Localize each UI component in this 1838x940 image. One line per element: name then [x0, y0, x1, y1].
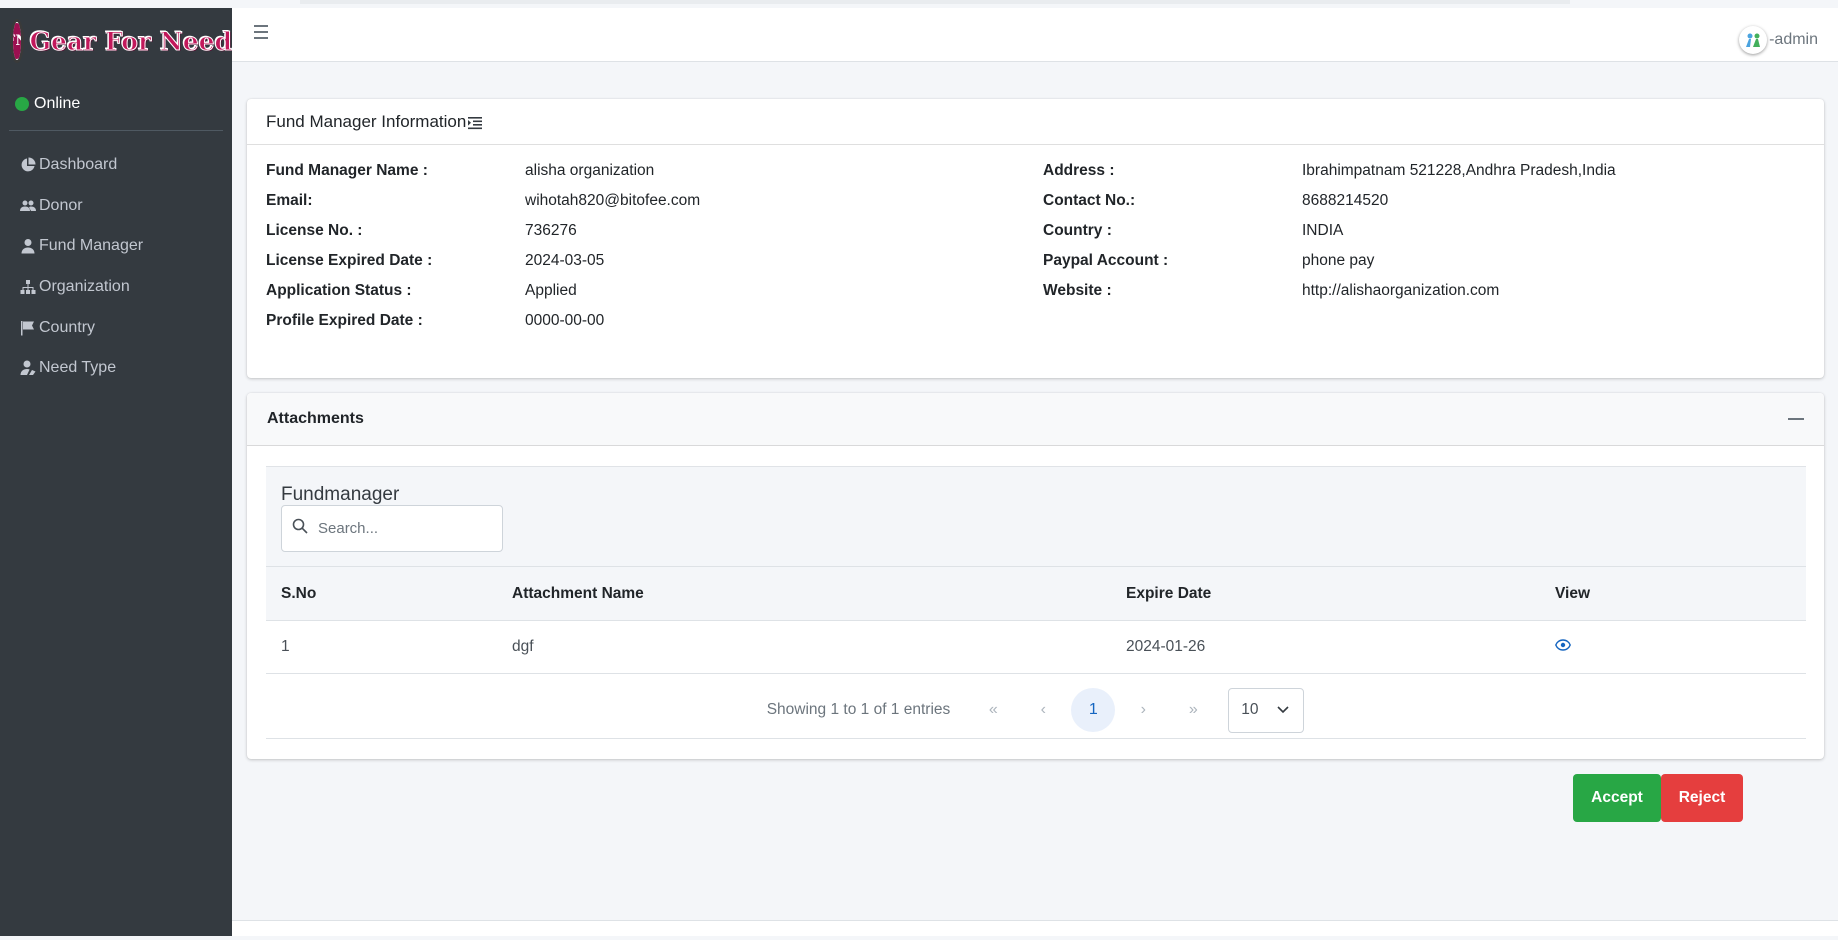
menu-toggle-icon[interactable]: [254, 25, 272, 41]
field-label: Website :: [1043, 282, 1112, 299]
list-indent-icon[interactable]: [468, 115, 483, 129]
sidebar: FN Gear For Need Online Dashboard Donor …: [0, 8, 233, 936]
cell-view: [1555, 621, 1806, 674]
brand[interactable]: FN Gear For Need: [0, 8, 233, 74]
attachments-table: S.No Attachment Name Expire Date View 1 …: [266, 566, 1806, 674]
first-page-icon[interactable]: «: [971, 688, 1015, 732]
reject-button[interactable]: Reject: [1661, 774, 1743, 822]
flag-icon: [19, 320, 37, 336]
field-label: Address :: [1043, 162, 1115, 179]
column-header-view: View: [1555, 584, 1591, 602]
user-tie-icon: [19, 238, 37, 254]
field-label: Country :: [1043, 222, 1112, 239]
sidebar-item-organization[interactable]: Organization: [0, 267, 232, 308]
divider: [266, 738, 1806, 739]
field-value-address: Ibrahimpatnam 521228,Andhra Pradesh,Indi…: [1302, 162, 1616, 179]
field-label: License No. :: [266, 222, 363, 239]
info-grid: Fund Manager Name : alisha organization …: [247, 145, 1824, 378]
last-page-icon[interactable]: »: [1171, 688, 1215, 732]
accept-button[interactable]: Accept: [1573, 774, 1661, 822]
card-header: Fund Manager Information: [247, 99, 1824, 145]
chevron-down-icon: [1277, 701, 1289, 719]
sidebar-item-dashboard[interactable]: Dashboard: [0, 145, 232, 186]
page-size-value: 10: [1241, 701, 1259, 718]
cell-sno: 1: [281, 638, 290, 655]
field-label: License Expired Date :: [266, 252, 433, 269]
card-title: Attachments: [267, 410, 364, 427]
field-value-license-expired-date: 2024-03-05: [525, 252, 605, 269]
avatar: [1739, 26, 1768, 54]
sidebar-item-label: Fund Manager: [39, 237, 144, 255]
next-page-icon[interactable]: ›: [1121, 688, 1165, 732]
brand-logo-text: FN: [12, 23, 21, 59]
field-value-contact-no: 8688214520: [1302, 192, 1389, 209]
field-label: Paypal Account :: [1043, 252, 1169, 269]
table-toolbar: Fundmanager: [266, 466, 1806, 566]
brand-logo: FN: [10, 19, 24, 63]
user-menu[interactable]: -admin: [1739, 26, 1818, 54]
fund-manager-info-card: Fund Manager Information Fund Manager Na…: [247, 99, 1824, 378]
eye-icon[interactable]: [1555, 638, 1571, 655]
sidebar-divider: [9, 130, 223, 131]
page-button[interactable]: 1: [1071, 688, 1116, 732]
prev-page-icon[interactable]: ‹: [1021, 688, 1065, 732]
sidebar-item-label: Dashboard: [39, 156, 118, 174]
users-icon: [19, 198, 37, 214]
sidebar-item-label: Donor: [39, 196, 83, 214]
table-title: Fundmanager: [281, 484, 400, 505]
username: -admin: [1769, 31, 1818, 48]
card-header: Attachments: [247, 393, 1824, 446]
sidebar-item-label: Organization: [39, 278, 130, 296]
footer: [232, 921, 1838, 936]
sidebar-item-country[interactable]: Country: [0, 307, 232, 348]
cell-attachment-name: dgf: [512, 638, 534, 655]
field-value-paypal-account: phone pay: [1302, 252, 1375, 269]
user-hand-icon: [19, 360, 37, 376]
online-dot-icon: [15, 97, 29, 111]
column-header-expire-date[interactable]: Expire Date: [1126, 567, 1555, 621]
sidebar-item-donor[interactable]: Donor: [0, 186, 232, 227]
field-value-profile-expired-date: 0000-00-00: [525, 312, 605, 329]
search-box: [281, 505, 503, 552]
field-value-application-status: Applied: [525, 282, 577, 299]
table-header-row: S.No Attachment Name Expire Date View: [266, 566, 1806, 621]
field-label: Contact No.:: [1043, 192, 1136, 209]
field-label: Fund Manager Name :: [266, 162, 428, 179]
collapse-minus-icon[interactable]: [1788, 418, 1804, 420]
sidebar-item-fund-manager[interactable]: Fund Manager: [0, 226, 232, 267]
field-value-website[interactable]: http://alishaorganization.com: [1302, 282, 1499, 299]
status-label: Online: [34, 95, 81, 112]
user-status: Online: [0, 74, 232, 122]
search-input[interactable]: [318, 520, 488, 537]
pagination: Showing 1 to 1 of 1 entries « ‹ 1 › » 10: [247, 684, 1824, 736]
browser-top-edge: [300, 0, 1570, 4]
sitemap-icon: [19, 279, 37, 295]
field-value-email: wihotah820@bitofee.com: [525, 192, 701, 209]
field-label: Application Status :: [266, 282, 412, 299]
search-icon: [292, 518, 308, 539]
field-value-license-no: 736276: [525, 222, 577, 239]
sidebar-item-label: Need Type: [39, 359, 117, 377]
pagination-info: Showing 1 to 1 of 1 entries: [766, 701, 951, 718]
card-title: Fund Manager Information: [266, 111, 467, 131]
cell-expire-date: 2024-01-26: [1126, 638, 1206, 655]
sidebar-item-need-type[interactable]: Need Type: [0, 348, 232, 389]
column-header-sno[interactable]: S.No: [266, 567, 512, 621]
page-size-select[interactable]: 10: [1228, 687, 1305, 733]
field-label: Email:: [266, 192, 313, 209]
attachments-card: Attachments Fundmanager S.No Attachment …: [247, 393, 1824, 759]
chart-pie-icon: [19, 157, 37, 173]
field-value-fund-manager-name: alisha organization: [525, 162, 655, 179]
field-value-country: INDIA: [1302, 222, 1344, 239]
table-row: 1 dgf 2024-01-26: [266, 621, 1806, 674]
column-header-attachment-name[interactable]: Attachment Name: [512, 567, 1126, 621]
brand-name: Gear For Need: [29, 26, 232, 56]
sidebar-nav: Dashboard Donor Fund Manager Organizatio…: [0, 145, 232, 389]
top-navbar: -admin: [232, 8, 1838, 62]
sidebar-item-label: Country: [39, 318, 96, 336]
field-label: Profile Expired Date :: [266, 312, 423, 329]
